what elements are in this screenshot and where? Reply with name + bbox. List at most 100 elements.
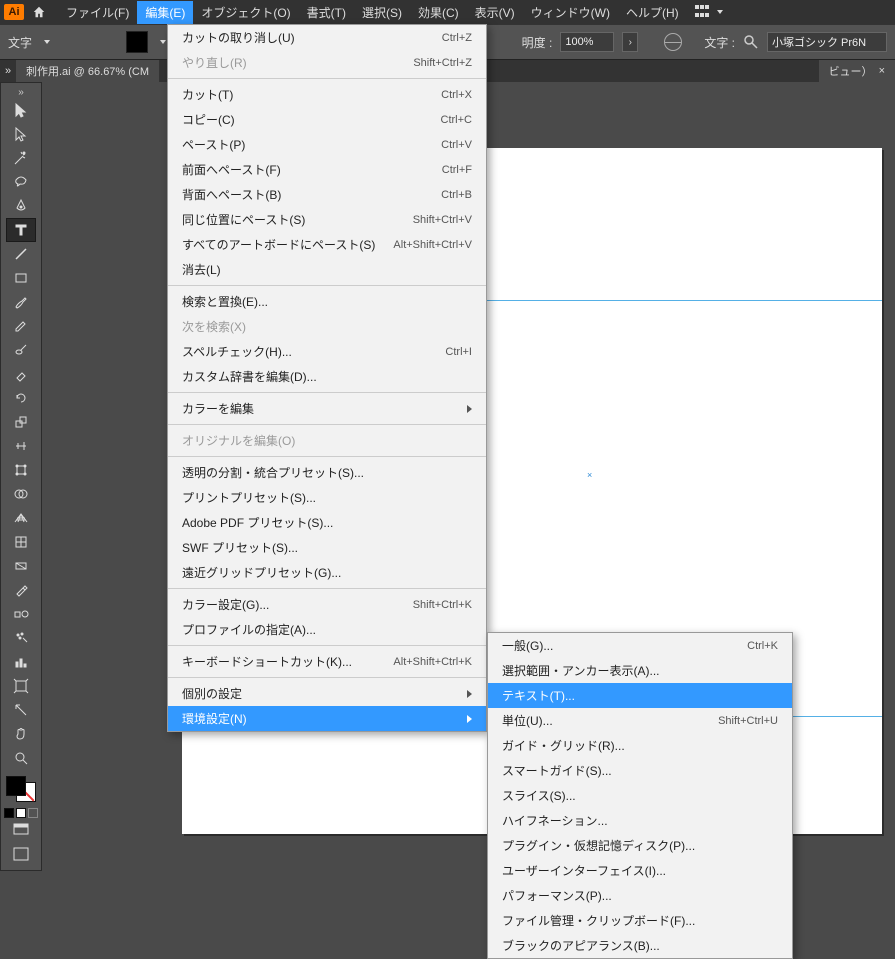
menu-type[interactable]: 書式(T) — [299, 1, 354, 24]
lasso-tool[interactable] — [6, 170, 36, 194]
document-tab[interactable]: 刺作用.ai @ 66.67% (CM — [16, 60, 159, 82]
chevron-down-icon[interactable] — [44, 40, 50, 44]
zoom-tool[interactable] — [6, 746, 36, 770]
menu-item[interactable]: ハイフネーション... — [488, 808, 792, 833]
menu-item[interactable]: 検索と置換(E)... — [168, 289, 486, 314]
fill-color-swatch[interactable] — [126, 31, 148, 53]
menu-item[interactable]: 同じ位置にペースト(S)Shift+Ctrl+V — [168, 207, 486, 232]
menu-help[interactable]: ヘルプ(H) — [618, 1, 687, 24]
menu-item[interactable]: すべてのアートボードにペースト(S)Alt+Shift+Ctrl+V — [168, 232, 486, 257]
blend-tool[interactable] — [6, 602, 36, 626]
toolbox-collapse-icon[interactable]: » — [13, 87, 29, 98]
screen-mode-tool[interactable] — [6, 818, 36, 842]
menu-item[interactable]: カットの取り消し(U)Ctrl+Z — [168, 25, 486, 50]
slice-tool[interactable] — [6, 698, 36, 722]
menu-item[interactable]: プラグイン・仮想記憶ディスク(P)... — [488, 833, 792, 858]
globe-icon[interactable] — [664, 33, 682, 51]
search-icon[interactable] — [743, 34, 759, 50]
perspective-grid-tool[interactable] — [6, 506, 36, 530]
menu-effect[interactable]: 効果(C) — [410, 1, 467, 24]
symbol-sprayer-tool[interactable] — [6, 626, 36, 650]
rotate-tool[interactable] — [6, 386, 36, 410]
menu-item-label: 検索と置換(E)... — [182, 293, 268, 310]
eraser-tool[interactable] — [6, 362, 36, 386]
free-transform-tool[interactable] — [6, 458, 36, 482]
direct-selection-tool[interactable] — [6, 122, 36, 146]
rectangle-tool[interactable] — [6, 266, 36, 290]
blob-brush-tool[interactable] — [6, 338, 36, 362]
workspace-switcher-icon[interactable] — [695, 5, 713, 19]
menu-item[interactable]: 選択範囲・アンカー表示(A)... — [488, 658, 792, 683]
mesh-tool[interactable] — [6, 530, 36, 554]
menu-separator — [168, 285, 486, 286]
menu-item[interactable]: 個別の設定 — [168, 681, 486, 706]
change-screen-tool[interactable] — [6, 842, 36, 866]
menu-file[interactable]: ファイル(F) — [58, 1, 137, 24]
menu-separator — [168, 424, 486, 425]
menu-item[interactable]: カット(T)Ctrl+X — [168, 82, 486, 107]
menu-item[interactable]: カラーを編集 — [168, 396, 486, 421]
opacity-input[interactable] — [560, 32, 614, 52]
width-tool[interactable] — [6, 434, 36, 458]
color-normal-icon[interactable] — [4, 808, 14, 818]
eyedropper-tool[interactable] — [6, 578, 36, 602]
menu-item[interactable]: 前面へペースト(F)Ctrl+F — [168, 157, 486, 182]
menu-item[interactable]: スペルチェック(H)...Ctrl+I — [168, 339, 486, 364]
menu-item[interactable]: ブラックのアピアランス(B)... — [488, 933, 792, 958]
pen-tool[interactable] — [6, 194, 36, 218]
menu-item[interactable]: プリントプリセット(S)... — [168, 485, 486, 510]
menu-item[interactable]: キーボードショートカット(K)...Alt+Shift+Ctrl+K — [168, 649, 486, 674]
menu-item[interactable]: カスタム辞書を編集(D)... — [168, 364, 486, 389]
menu-item[interactable]: ファイル管理・クリップボード(F)... — [488, 908, 792, 933]
menu-item[interactable]: Adobe PDF プリセット(S)... — [168, 510, 486, 535]
menu-item[interactable]: スマートガイド(S)... — [488, 758, 792, 783]
fill-swatch[interactable] — [6, 776, 26, 796]
menu-item[interactable]: プロファイルの指定(A)... — [168, 617, 486, 642]
menu-view[interactable]: 表示(V) — [467, 1, 523, 24]
menu-item[interactable]: テキスト(T)... — [488, 683, 792, 708]
menu-item[interactable]: カラー設定(G)...Shift+Ctrl+K — [168, 592, 486, 617]
menu-item[interactable]: 単位(U)...Shift+Ctrl+U — [488, 708, 792, 733]
menu-item[interactable]: 一般(G)...Ctrl+K — [488, 633, 792, 658]
color-none-icon[interactable] — [28, 808, 38, 818]
type-tool[interactable] — [6, 218, 36, 242]
menu-item[interactable]: スライス(S)... — [488, 783, 792, 808]
menu-item[interactable]: ガイド・グリッド(R)... — [488, 733, 792, 758]
menu-edit[interactable]: 編集(E) — [137, 1, 193, 24]
column-graph-tool[interactable] — [6, 650, 36, 674]
menu-item[interactable]: コピー(C)Ctrl+C — [168, 107, 486, 132]
scale-tool[interactable] — [6, 410, 36, 434]
menu-item[interactable]: 環境設定(N) — [168, 706, 486, 731]
menu-item[interactable]: ユーザーインターフェイス(I)... — [488, 858, 792, 883]
menu-item[interactable]: ペースト(P)Ctrl+V — [168, 132, 486, 157]
opacity-step-button[interactable]: › — [622, 32, 638, 52]
paintbrush-tool[interactable] — [6, 290, 36, 314]
selection-tool[interactable] — [6, 98, 36, 122]
fill-stroke-swatches[interactable] — [4, 774, 38, 804]
opacity-label: 明度 : — [522, 34, 553, 51]
artboard-tool[interactable] — [6, 674, 36, 698]
line-tool[interactable] — [6, 242, 36, 266]
menu-item[interactable]: パフォーマンス(P)... — [488, 883, 792, 908]
chevron-down-icon[interactable] — [160, 40, 166, 44]
color-gradient-icon[interactable] — [16, 808, 26, 818]
shape-builder-tool[interactable] — [6, 482, 36, 506]
menu-item-label: すべてのアートボードにペースト(S) — [182, 236, 375, 253]
magic-wand-tool[interactable] — [6, 146, 36, 170]
tabs-scroll-icon[interactable]: » — [0, 65, 16, 77]
menu-item[interactable]: 背面へペースト(B)Ctrl+B — [168, 182, 486, 207]
menu-item[interactable]: 遠近グリッドプリセット(G)... — [168, 560, 486, 585]
gradient-tool[interactable] — [6, 554, 36, 578]
menu-window[interactable]: ウィンドウ(W) — [523, 1, 618, 24]
menu-item[interactable]: SWF プリセット(S)... — [168, 535, 486, 560]
menu-select[interactable]: 選択(S) — [354, 1, 410, 24]
menu-object[interactable]: オブジェクト(O) — [193, 1, 298, 24]
menu-item[interactable]: 消去(L) — [168, 257, 486, 282]
pencil-tool[interactable] — [6, 314, 36, 338]
home-icon[interactable] — [30, 3, 48, 21]
document-tab-secondary[interactable]: ビュー） × — [819, 60, 895, 82]
hand-tool[interactable] — [6, 722, 36, 746]
menu-item[interactable]: 透明の分割・統合プリセット(S)... — [168, 460, 486, 485]
font-family-input[interactable] — [767, 32, 887, 52]
close-icon[interactable]: × — [879, 65, 885, 77]
